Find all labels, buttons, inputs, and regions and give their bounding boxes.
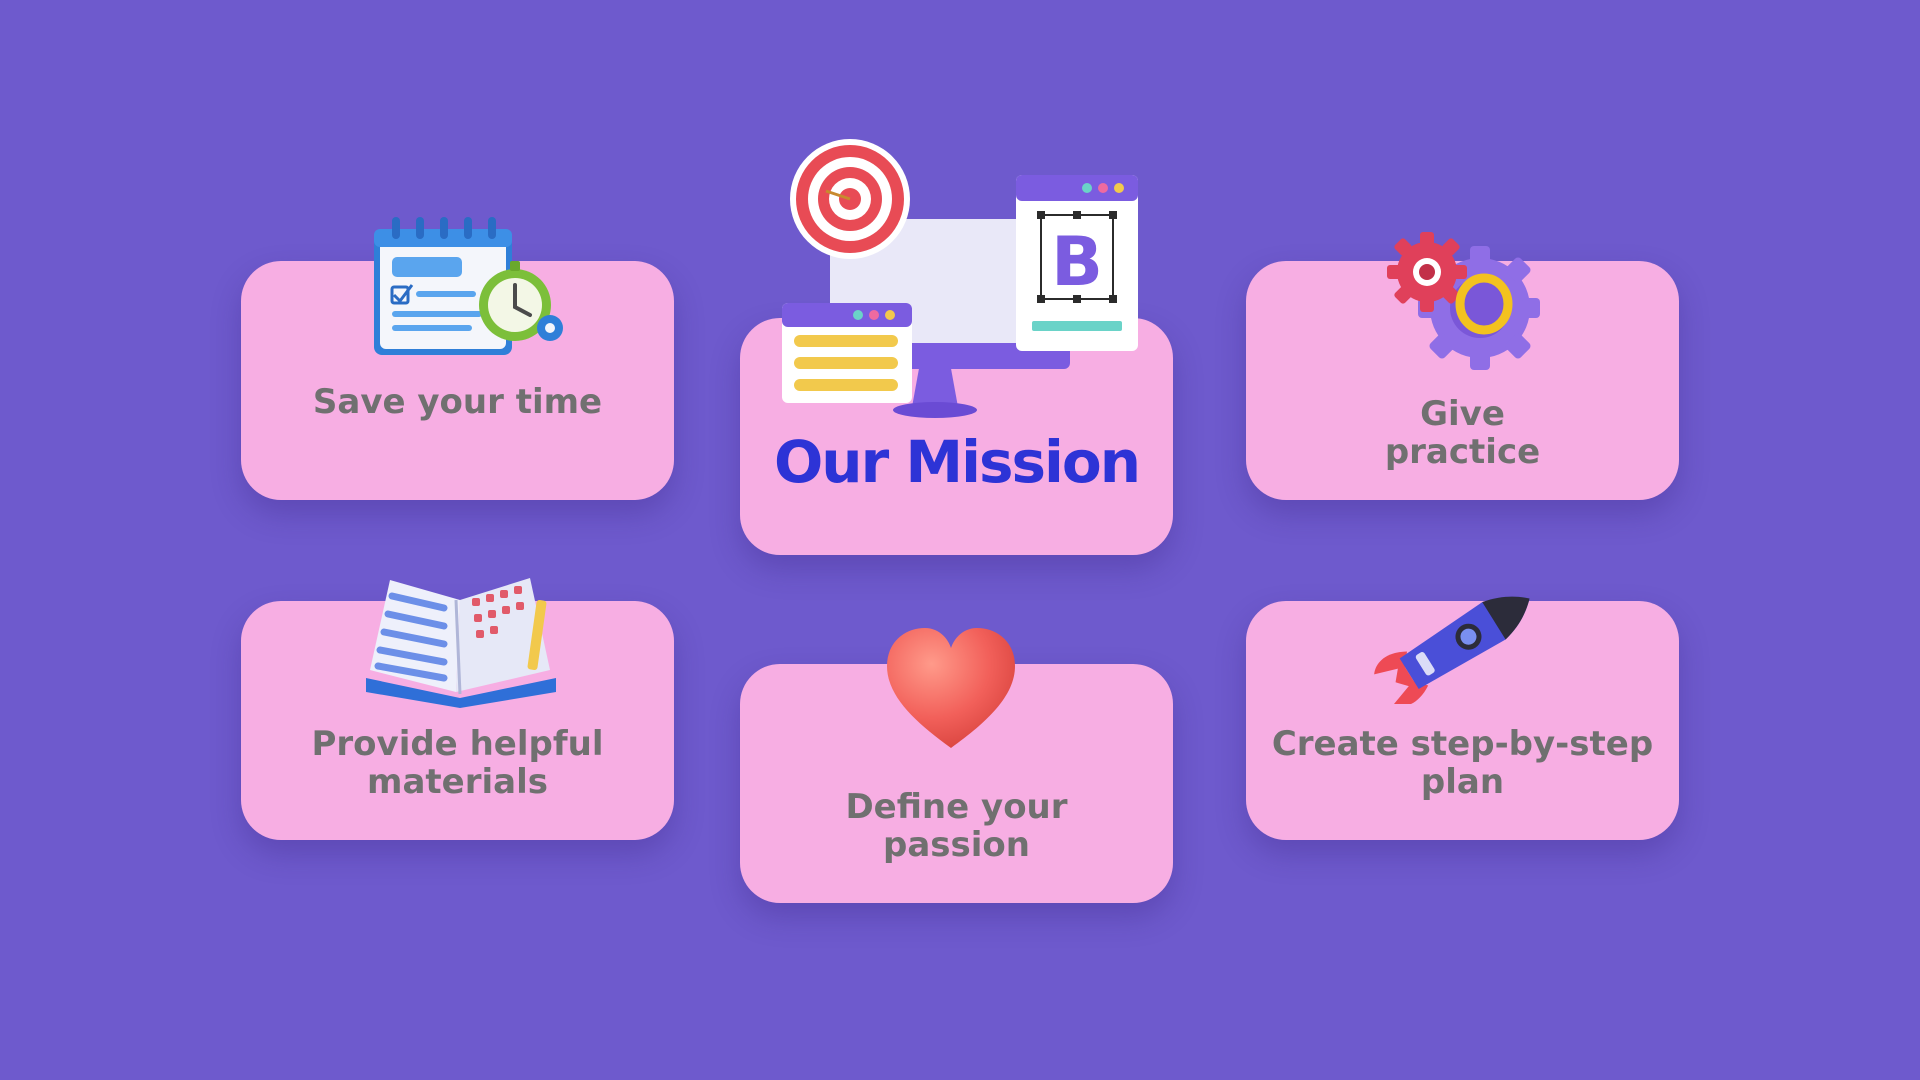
mission-title: Our Mission: [773, 428, 1141, 496]
heart-icon: [887, 628, 1015, 748]
save-time-label: Save your time: [312, 382, 603, 422]
materials-label: Provide helpful materials: [311, 724, 604, 802]
plan-label: Create step-by-step plan: [1271, 724, 1654, 802]
rocket-icon: [1374, 596, 1530, 704]
mission-slide: Save your time Our Mission B Give practi…: [0, 0, 1920, 1080]
calendar-clock-icon: [374, 217, 563, 355]
gears-icon: [1387, 232, 1540, 370]
open-book-icon: [366, 578, 556, 708]
svg-text:B: B: [1051, 223, 1103, 302]
monitor-target-icon: B: [782, 139, 1138, 418]
passion-label: Define your passion: [845, 787, 1068, 865]
give-practice-label: Give practice: [1384, 394, 1541, 472]
